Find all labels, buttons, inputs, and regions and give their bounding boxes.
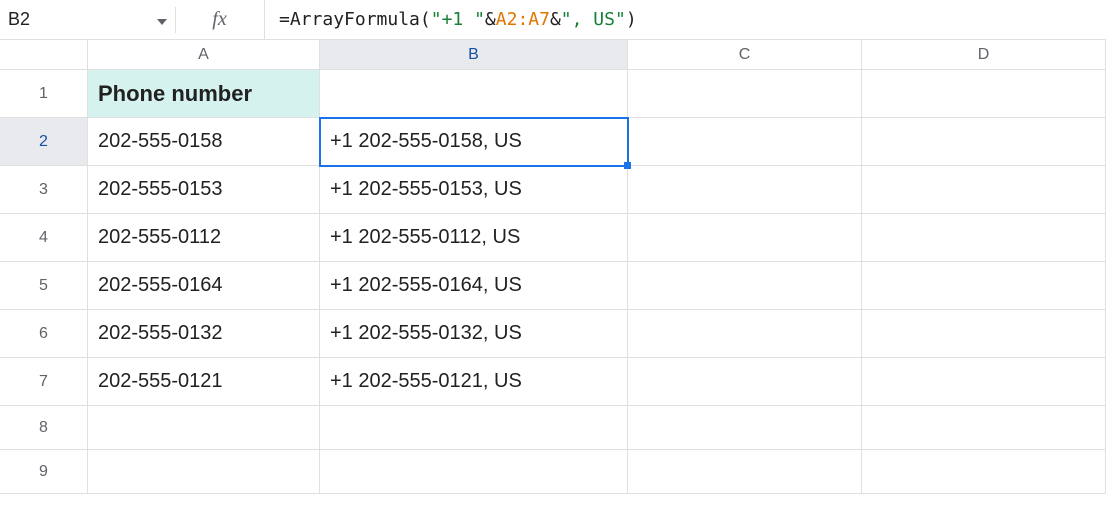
row-label: 6 bbox=[39, 325, 48, 343]
row-label: 8 bbox=[39, 419, 48, 437]
cell-B9[interactable] bbox=[320, 450, 628, 494]
row-label: 5 bbox=[39, 277, 48, 295]
col-header-C[interactable]: C bbox=[628, 40, 862, 70]
cell-value: 202-555-0153 bbox=[98, 178, 223, 201]
col-header-D[interactable]: D bbox=[862, 40, 1106, 70]
formula-token: A2:A7 bbox=[496, 9, 550, 30]
cell-value: 202-555-0112 bbox=[98, 226, 221, 249]
cell-A4[interactable]: 202-555-0112 bbox=[88, 214, 320, 262]
cell-B8[interactable] bbox=[320, 406, 628, 450]
row-header-3[interactable]: 3 bbox=[0, 166, 88, 214]
cell-D7[interactable] bbox=[862, 358, 1106, 406]
cell-B6[interactable]: +1 202-555-0132, US bbox=[320, 310, 628, 358]
select-all-corner[interactable] bbox=[0, 40, 88, 70]
cell-value: 202-555-0132 bbox=[98, 322, 223, 345]
row-label: 9 bbox=[39, 463, 48, 481]
formula-token: "+1 " bbox=[431, 9, 485, 30]
row-header-6[interactable]: 6 bbox=[0, 310, 88, 358]
spreadsheet-grid[interactable]: A B C D 1 Phone number 2 202-555-0158 +1… bbox=[0, 40, 1106, 494]
cell-D2[interactable] bbox=[862, 118, 1106, 166]
cell-value: Phone number bbox=[98, 81, 252, 107]
cell-D4[interactable] bbox=[862, 214, 1106, 262]
cell-value: +1 202-555-0121, US bbox=[330, 370, 522, 393]
cell-value: +1 202-555-0112, US bbox=[330, 226, 520, 249]
cell-C4[interactable] bbox=[628, 214, 862, 262]
cell-value: +1 202-555-0132, US bbox=[330, 322, 522, 345]
cell-A1[interactable]: Phone number bbox=[88, 70, 320, 118]
row-header-2[interactable]: 2 bbox=[0, 118, 88, 166]
col-label: C bbox=[739, 46, 751, 64]
formula-toolbar: B2 fx =ArrayFormula("+1 "&A2:A7&", US") bbox=[0, 0, 1106, 40]
formula-token: ", US" bbox=[561, 9, 626, 30]
name-box[interactable]: B2 bbox=[0, 0, 175, 40]
cell-A2[interactable]: 202-555-0158 bbox=[88, 118, 320, 166]
cell-C2[interactable] bbox=[628, 118, 862, 166]
cell-A8[interactable] bbox=[88, 406, 320, 450]
row-label: 1 bbox=[39, 85, 48, 103]
cell-C5[interactable] bbox=[628, 262, 862, 310]
cell-value: +1 202-555-0158, US bbox=[330, 130, 522, 153]
cell-B2[interactable]: +1 202-555-0158, US bbox=[320, 118, 628, 166]
cell-A5[interactable]: 202-555-0164 bbox=[88, 262, 320, 310]
formula-token: = bbox=[279, 9, 290, 30]
cell-C3[interactable] bbox=[628, 166, 862, 214]
formula-token: ) bbox=[626, 9, 637, 30]
row-header-4[interactable]: 4 bbox=[0, 214, 88, 262]
cell-C6[interactable] bbox=[628, 310, 862, 358]
cell-A9[interactable] bbox=[88, 450, 320, 494]
name-box-value: B2 bbox=[8, 9, 30, 30]
row-header-5[interactable]: 5 bbox=[0, 262, 88, 310]
cell-B1[interactable] bbox=[320, 70, 628, 118]
cell-B3[interactable]: +1 202-555-0153, US bbox=[320, 166, 628, 214]
formula-token: ArrayFormula bbox=[290, 9, 420, 30]
col-header-A[interactable]: A bbox=[88, 40, 320, 70]
cell-D1[interactable] bbox=[862, 70, 1106, 118]
cell-value: 202-555-0158 bbox=[98, 130, 223, 153]
row-header-1[interactable]: 1 bbox=[0, 70, 88, 118]
row-header-7[interactable]: 7 bbox=[0, 358, 88, 406]
row-label: 7 bbox=[39, 373, 48, 391]
cell-D5[interactable] bbox=[862, 262, 1106, 310]
col-header-B[interactable]: B bbox=[320, 40, 628, 70]
cell-value: +1 202-555-0153, US bbox=[330, 178, 522, 201]
fx-icon: fx bbox=[175, 0, 265, 40]
cell-B5[interactable]: +1 202-555-0164, US bbox=[320, 262, 628, 310]
formula-token: ( bbox=[420, 9, 431, 30]
row-header-9[interactable]: 9 bbox=[0, 450, 88, 494]
row-label: 4 bbox=[39, 229, 48, 247]
formula-input[interactable]: =ArrayFormula("+1 "&A2:A7&", US") bbox=[265, 0, 1106, 40]
cell-D6[interactable] bbox=[862, 310, 1106, 358]
row-label: 2 bbox=[39, 133, 48, 151]
formula-token: & bbox=[485, 9, 496, 30]
row-header-8[interactable]: 8 bbox=[0, 406, 88, 450]
col-label: A bbox=[198, 46, 209, 64]
chevron-down-icon[interactable] bbox=[157, 9, 167, 30]
formula-token: & bbox=[550, 9, 561, 30]
cell-D8[interactable] bbox=[862, 406, 1106, 450]
cell-value: +1 202-555-0164, US bbox=[330, 274, 522, 297]
cell-D3[interactable] bbox=[862, 166, 1106, 214]
cell-C9[interactable] bbox=[628, 450, 862, 494]
cell-B4[interactable]: +1 202-555-0112, US bbox=[320, 214, 628, 262]
cell-A3[interactable]: 202-555-0153 bbox=[88, 166, 320, 214]
cell-D9[interactable] bbox=[862, 450, 1106, 494]
cell-C1[interactable] bbox=[628, 70, 862, 118]
row-label: 3 bbox=[39, 181, 48, 199]
cell-A6[interactable]: 202-555-0132 bbox=[88, 310, 320, 358]
cell-A7[interactable]: 202-555-0121 bbox=[88, 358, 320, 406]
cell-B7[interactable]: +1 202-555-0121, US bbox=[320, 358, 628, 406]
col-label: B bbox=[468, 46, 479, 64]
cell-value: 202-555-0121 bbox=[98, 370, 223, 393]
cell-C8[interactable] bbox=[628, 406, 862, 450]
cell-C7[interactable] bbox=[628, 358, 862, 406]
cell-value: 202-555-0164 bbox=[98, 274, 223, 297]
col-label: D bbox=[978, 46, 990, 64]
